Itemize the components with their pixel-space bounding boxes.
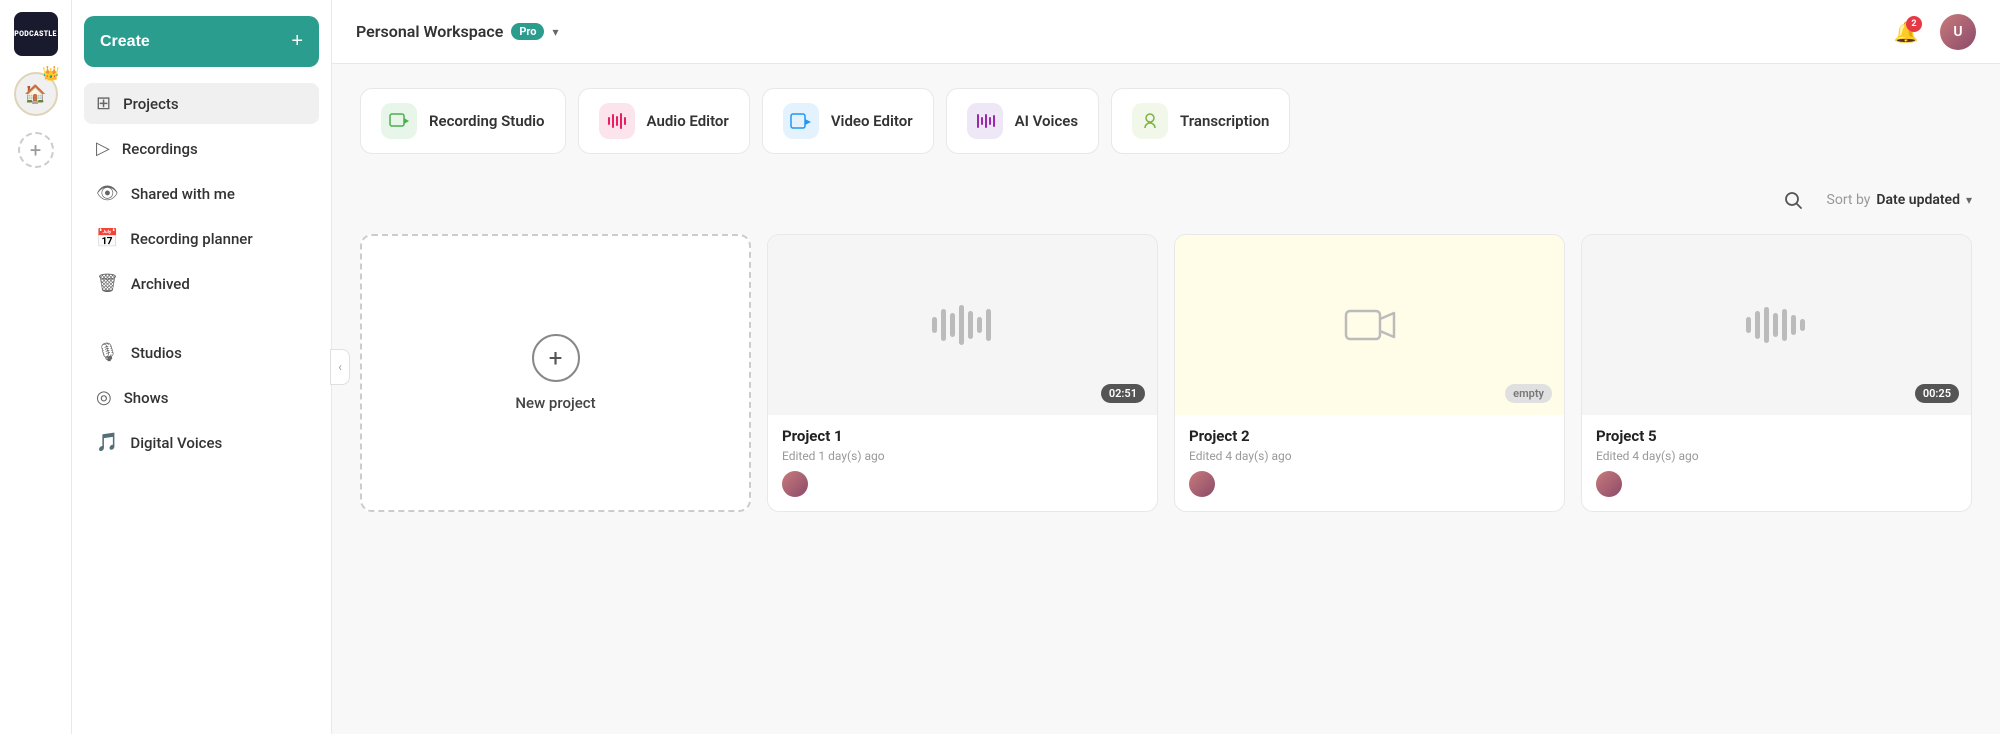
studios-label: Studios	[131, 344, 182, 362]
transcription-label: Transcription	[1180, 112, 1269, 130]
tool-transcription[interactable]: Transcription	[1111, 88, 1290, 154]
recordings-icon: ▷	[96, 138, 110, 159]
studios-icon: 🎙	[96, 342, 119, 363]
project-1-avatar	[782, 471, 808, 497]
recording-studio-label: Recording Studio	[429, 112, 545, 130]
search-button[interactable]	[1775, 182, 1811, 218]
topbar: Personal Workspace Pro ▾ 🔔 2 U	[332, 0, 2000, 64]
crown-icon: 👑	[42, 66, 59, 82]
sidebar-item-recordings[interactable]: ▷ Recordings	[84, 128, 319, 169]
archived-icon: 🗑	[96, 273, 119, 294]
video-editor-icon	[783, 103, 819, 139]
project-2-body: Project 2 Edited 4 day(s) ago	[1175, 415, 1564, 511]
project-1-duration: 02:51	[1101, 384, 1145, 403]
project-2-empty-badge: empty	[1505, 384, 1552, 403]
sidebar-item-shows[interactable]: ◎ Shows	[84, 377, 319, 418]
create-label: Create	[100, 33, 150, 51]
archived-label: Archived	[131, 275, 190, 293]
project-2-avatar	[1189, 471, 1215, 497]
tool-ai-voices[interactable]: AI Voices	[946, 88, 1099, 154]
audio-editor-icon	[599, 103, 635, 139]
collapse-sidebar-button[interactable]: ‹	[330, 349, 350, 385]
avatar[interactable]: U	[1940, 14, 1976, 50]
project-5-meta: Edited 4 day(s) ago	[1596, 449, 1957, 463]
pro-badge: Pro	[511, 23, 544, 40]
project-1-title: Project 1	[782, 427, 1143, 445]
waveform-icon-5	[1742, 301, 1812, 349]
digital-voices-label: Digital Voices	[130, 434, 222, 452]
sort-label: Sort by	[1827, 192, 1871, 208]
add-workspace-button[interactable]: +	[18, 132, 54, 168]
camera-icon	[1344, 301, 1396, 349]
tool-audio-editor[interactable]: Audio Editor	[578, 88, 750, 154]
projects-icon: ⊞	[96, 93, 111, 114]
notification-badge: 2	[1906, 16, 1922, 32]
digital-voices-icon: 🎵	[96, 432, 118, 453]
project-1-thumbnail: 02:51	[768, 235, 1157, 415]
main-content: Personal Workspace Pro ▾ 🔔 2 U Reco	[332, 0, 2000, 734]
notification-button[interactable]: 🔔 2	[1888, 14, 1924, 50]
create-plus-icon: +	[291, 30, 303, 53]
recording-studio-icon	[381, 103, 417, 139]
project-5-title: Project 5	[1596, 427, 1957, 445]
topbar-right: 🔔 2 U	[1888, 14, 1976, 50]
topbar-left: Personal Workspace Pro ▾	[356, 22, 559, 41]
projects-header: Sort by Date updated ▾	[360, 182, 1972, 218]
workspace-avatar[interactable]: 🏠 👑	[14, 72, 58, 116]
planner-label: Recording planner	[130, 230, 252, 248]
tool-recording-studio[interactable]: Recording Studio	[360, 88, 566, 154]
chevron-down-icon[interactable]: ▾	[552, 25, 558, 39]
project-card-5[interactable]: 00:25 Project 5 Edited 4 day(s) ago	[1581, 234, 1972, 512]
shows-label: Shows	[124, 389, 169, 407]
project-5-thumbnail: 00:25	[1582, 235, 1971, 415]
ai-voices-icon	[967, 103, 1003, 139]
project-1-body: Project 1 Edited 1 day(s) ago	[768, 415, 1157, 511]
projects-grid: + New project 02:51	[360, 234, 1972, 512]
video-editor-label: Video Editor	[831, 112, 913, 130]
project-2-thumbnail: empty	[1175, 235, 1564, 415]
audio-editor-label: Audio Editor	[647, 112, 729, 130]
tool-video-editor[interactable]: Video Editor	[762, 88, 934, 154]
tools-bar: Recording Studio Audio Editor	[360, 88, 1972, 154]
shared-icon: 👁	[96, 183, 119, 204]
project-5-body: Project 5 Edited 4 day(s) ago	[1582, 415, 1971, 511]
new-project-plus-icon: +	[532, 334, 580, 382]
project-2-title: Project 2	[1189, 427, 1550, 445]
shows-icon: ◎	[96, 387, 112, 408]
sort-chevron-icon: ▾	[1966, 193, 1972, 207]
project-5-duration: 00:25	[1915, 384, 1959, 403]
recordings-label: Recordings	[122, 140, 198, 158]
sidebar-item-planner[interactable]: 📅 Recording planner	[84, 218, 319, 259]
sidebar: Create + ⊞ Projects ▷ Recordings 👁 Share…	[72, 0, 332, 734]
sidebar-item-projects[interactable]: ⊞ Projects	[84, 83, 319, 124]
sidebar-item-shared[interactable]: 👁 Shared with me	[84, 173, 319, 214]
project-5-avatar	[1596, 471, 1622, 497]
shared-label: Shared with me	[131, 185, 235, 203]
sidebar-item-digital-voices[interactable]: 🎵 Digital Voices	[84, 422, 319, 463]
icon-bar: PODCASTLE 🏠 👑 +	[0, 0, 72, 734]
sort-value: Date updated	[1876, 192, 1960, 208]
workspace-name: Personal Workspace	[356, 22, 503, 41]
new-project-card[interactable]: + New project	[360, 234, 751, 512]
create-button[interactable]: Create +	[84, 16, 319, 67]
project-card-2[interactable]: empty Project 2 Edited 4 day(s) ago	[1174, 234, 1565, 512]
planner-icon: 📅	[96, 228, 118, 249]
sidebar-item-studios[interactable]: 🎙 Studios	[84, 332, 319, 373]
transcription-icon	[1132, 103, 1168, 139]
project-card-1[interactable]: 02:51 Project 1 Edited 1 day(s) ago	[767, 234, 1158, 512]
projects-label: Projects	[123, 95, 179, 113]
sort-button[interactable]: Sort by Date updated ▾	[1827, 192, 1972, 208]
app-logo: PODCASTLE	[14, 12, 58, 56]
content-area: Recording Studio Audio Editor	[332, 64, 2000, 734]
ai-voices-label: AI Voices	[1015, 112, 1078, 130]
sidebar-item-archived[interactable]: 🗑 Archived	[84, 263, 319, 304]
project-2-meta: Edited 4 day(s) ago	[1189, 449, 1550, 463]
waveform-icon	[928, 301, 998, 349]
project-1-meta: Edited 1 day(s) ago	[782, 449, 1143, 463]
new-project-label: New project	[515, 394, 595, 412]
